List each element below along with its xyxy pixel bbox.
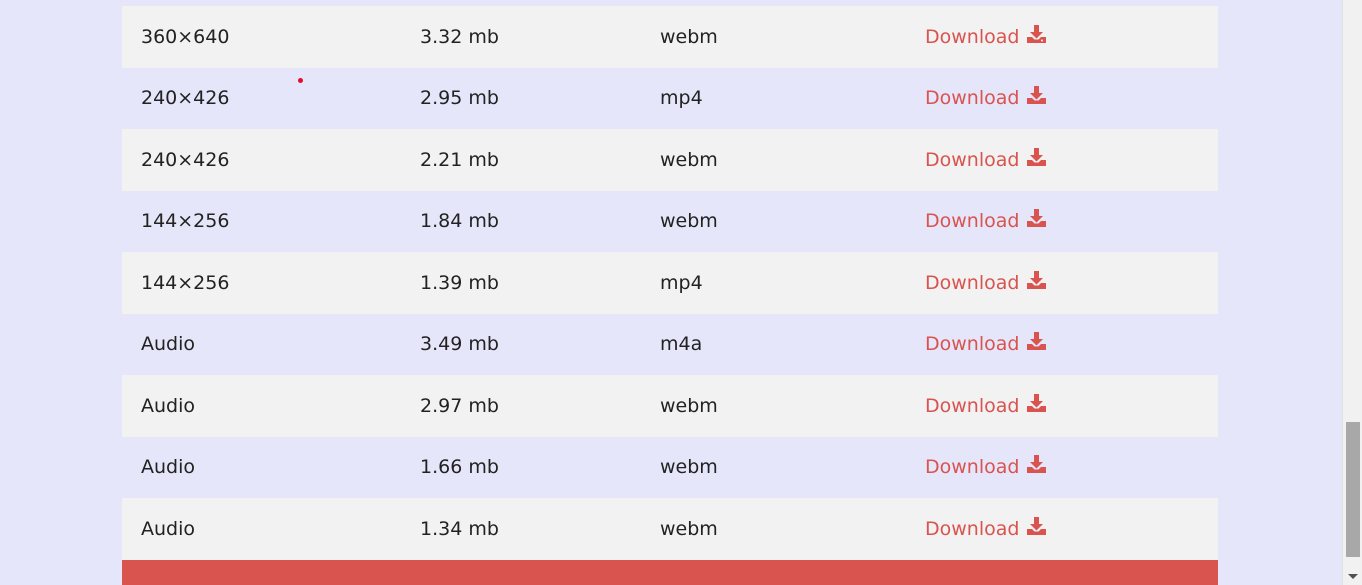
size-cell: 1.39 mb: [420, 271, 499, 294]
download-icon: [1027, 86, 1047, 105]
cursor-dot: [298, 78, 303, 83]
download-link[interactable]: Download: [925, 375, 1047, 437]
download-link[interactable]: Download: [925, 437, 1047, 499]
download-link[interactable]: Download: [925, 68, 1047, 130]
download-icon: [1027, 24, 1047, 43]
page: 360×640 3.32 mb webm Download 240×426 2.…: [0, 0, 1362, 585]
download-icon: [1027, 393, 1047, 412]
format-cell: webm: [660, 517, 718, 540]
resolution-cell: 240×426: [141, 148, 230, 171]
download-label: Download: [925, 333, 1020, 356]
downloads-table: 360×640 3.32 mb webm Download 240×426 2.…: [122, 6, 1218, 560]
format-cell: mp4: [660, 271, 703, 294]
download-icon: [1027, 209, 1047, 228]
resolution-cell: 144×256: [141, 271, 230, 294]
download-label: Download: [925, 25, 1020, 48]
size-cell: 2.95 mb: [420, 87, 499, 110]
download-label: Download: [925, 271, 1020, 294]
size-cell: 1.34 mb: [420, 517, 499, 540]
download-label: Download: [925, 87, 1020, 110]
format-cell: mp4: [660, 87, 703, 110]
scrollbar-thumb[interactable]: [1346, 422, 1360, 557]
format-cell: webm: [660, 456, 718, 479]
size-cell: 1.66 mb: [420, 456, 499, 479]
resolution-cell: Audio: [141, 456, 196, 479]
format-cell: webm: [660, 25, 718, 48]
download-icon: [1027, 270, 1047, 289]
download-icon: [1027, 455, 1047, 474]
size-cell: 2.97 mb: [420, 394, 499, 417]
download-label: Download: [925, 210, 1020, 233]
format-cell: webm: [660, 210, 718, 233]
scroll-down-icon[interactable]: [1348, 574, 1358, 579]
download-icon: [1027, 332, 1047, 351]
download-icon: [1027, 516, 1047, 535]
format-cell: webm: [660, 394, 718, 417]
download-link[interactable]: Download: [925, 129, 1047, 191]
vertical-scrollbar[interactable]: [1342, 0, 1362, 585]
size-cell: 2.21 mb: [420, 148, 499, 171]
size-cell: 3.49 mb: [420, 333, 499, 356]
format-cell: webm: [660, 148, 718, 171]
resolution-cell: 144×256: [141, 210, 230, 233]
footer-bar: [122, 560, 1218, 585]
table-row: Audio 1.66 mb webm Download: [122, 436, 1218, 499]
resolution-cell: Audio: [141, 517, 196, 540]
table-row: Audio 3.49 mb m4a Download: [122, 313, 1218, 376]
download-label: Download: [925, 517, 1020, 540]
table-row: Audio 2.97 mb webm Download: [122, 375, 1218, 437]
download-link[interactable]: Download: [925, 498, 1047, 560]
table-row: 360×640 3.32 mb webm Download: [122, 6, 1218, 68]
table-row: 240×426 2.21 mb webm Download: [122, 129, 1218, 191]
download-link[interactable]: Download: [925, 314, 1047, 376]
download-link[interactable]: Download: [925, 191, 1047, 253]
size-cell: 1.84 mb: [420, 210, 499, 233]
download-link[interactable]: Download: [925, 252, 1047, 314]
resolution-cell: Audio: [141, 394, 196, 417]
resolution-cell: 240×426: [141, 87, 230, 110]
table-row: 240×426 2.95 mb mp4 Download: [122, 67, 1218, 130]
table-row: 144×256 1.84 mb webm Download: [122, 190, 1218, 253]
table-row: Audio 1.34 mb webm Download: [122, 498, 1218, 560]
format-cell: m4a: [660, 333, 703, 356]
size-cell: 3.32 mb: [420, 25, 499, 48]
download-label: Download: [925, 456, 1020, 479]
resolution-cell: 360×640: [141, 25, 230, 48]
table-row: 144×256 1.39 mb mp4 Download: [122, 252, 1218, 314]
download-label: Download: [925, 148, 1020, 171]
download-label: Download: [925, 394, 1020, 417]
download-link[interactable]: Download: [925, 6, 1047, 68]
download-icon: [1027, 147, 1047, 166]
resolution-cell: Audio: [141, 333, 196, 356]
